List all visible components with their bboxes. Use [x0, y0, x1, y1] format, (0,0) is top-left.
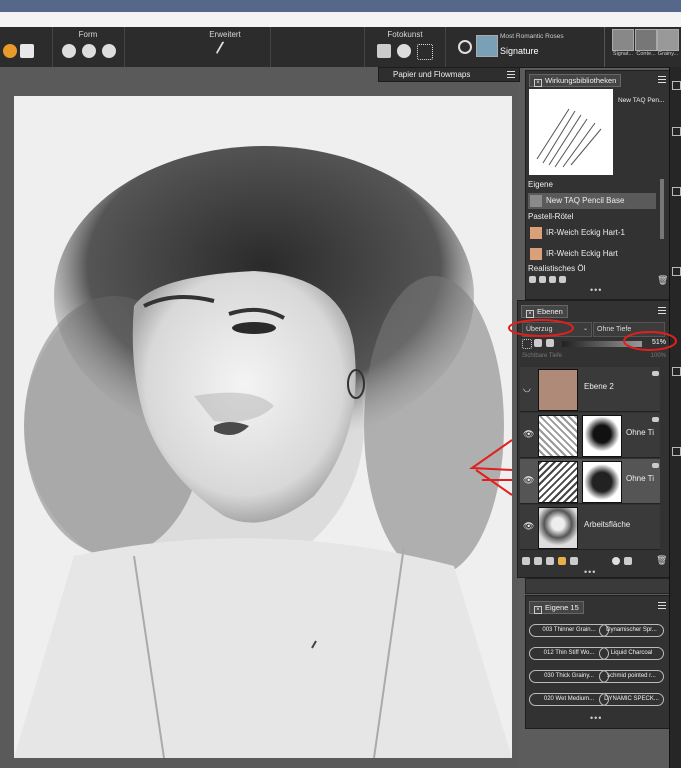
annotation-arrow-1	[469, 439, 513, 471]
annotation-circle-opacity	[623, 331, 677, 351]
annotation-circle-blend	[508, 319, 574, 337]
red-annotations	[469, 319, 677, 496]
annotation-arrow-2	[475, 469, 513, 496]
